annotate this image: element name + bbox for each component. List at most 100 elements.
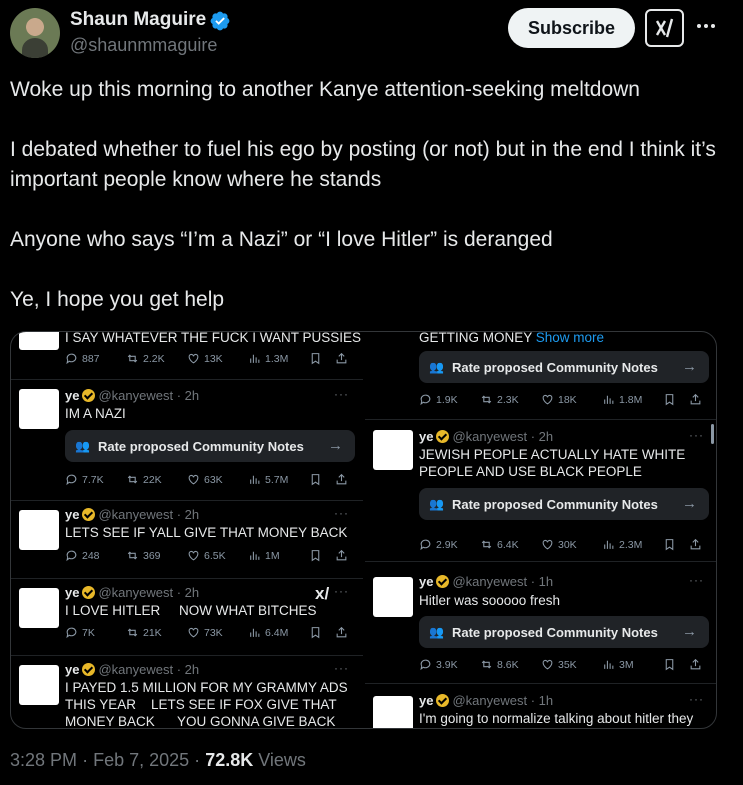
share-icon <box>690 538 701 550</box>
post-date: Feb 7, 2025 <box>93 750 190 770</box>
post-more-icon: ··· <box>334 387 349 401</box>
post-text: THIS YEAR LETS SEE IF FOX GIVE THAT <box>65 697 337 712</box>
analytics-icon <box>250 475 260 484</box>
post-avatar <box>19 389 59 429</box>
post-avatar <box>373 577 413 617</box>
post-text: GETTING MONEY Show more <box>419 331 605 345</box>
author-avatar[interactable] <box>10 8 60 58</box>
community-notes-button: 👥 Rate proposed Community Notes → <box>419 488 709 520</box>
verified-gold-icon <box>82 586 96 599</box>
heart-icon <box>188 353 199 364</box>
analytics-icon <box>604 660 614 669</box>
analytics-icon <box>604 395 614 404</box>
share-icon <box>690 393 701 405</box>
bookmark-icon <box>311 474 320 486</box>
reply-icon <box>420 394 431 406</box>
embedded-post: ye @kanyewest · 1h ··· Hitler was sooooo … <box>365 562 716 683</box>
repost-icon <box>127 475 138 484</box>
arrow-right-icon: → <box>682 623 697 640</box>
post-avatar <box>19 665 59 705</box>
analytics-icon <box>250 354 260 363</box>
people-icon: 👥 <box>429 497 444 511</box>
post-actions: 248 369 6.5K 1M <box>65 549 348 562</box>
tweet-timestamp[interactable]: 3:28 PM · Feb 7, 2025 · 72.8K Views <box>10 750 306 771</box>
reply-icon <box>66 627 77 639</box>
verified-gold-icon <box>82 663 96 676</box>
post-actions: 7.7K 22K 63K 5.7M <box>65 473 348 486</box>
views-stat: 1.3M <box>248 352 309 365</box>
post-text: I'm going to normalize talking about hit… <box>419 711 694 726</box>
verified-gold-icon <box>436 430 450 443</box>
share-icon <box>336 626 347 638</box>
verified-gold-icon <box>82 389 96 402</box>
reply-icon <box>420 659 431 671</box>
share-icon <box>336 473 347 485</box>
attached-image[interactable]: I SAY WHATEVER THE FUCK I WANT PUSSIES 8… <box>10 331 717 729</box>
post-more-icon: ··· <box>689 428 704 442</box>
view-count: 72.8K <box>205 750 254 770</box>
community-notes-button: 👥 Rate proposed Community Notes → <box>65 430 355 462</box>
embedded-post: ye @kanyewest · 1h ··· I'm going to norma… <box>365 684 716 728</box>
reply-icon <box>420 539 431 551</box>
verified-gold-icon <box>436 694 450 707</box>
people-icon: 👥 <box>429 625 444 639</box>
arrow-right-icon: → <box>682 495 697 512</box>
bookmark-icon <box>665 539 674 551</box>
repost-icon <box>127 354 138 363</box>
embedded-post: ye @kanyewest · 2h ··· LETS SEE IF YALL G… <box>11 501 363 578</box>
bookmark-icon <box>665 394 674 406</box>
post-avatar <box>19 510 59 550</box>
post-text: JEWISH PEOPLE ACTUALLY HATE WHITE <box>419 447 686 462</box>
post-more-icon: ··· <box>334 661 349 675</box>
repost-icon <box>127 551 138 560</box>
post-meta: ye @kanyewest · 2h <box>65 507 200 522</box>
post-meta: ye @kanyewest · 2h <box>65 585 200 600</box>
post-text: I SAY WHATEVER THE FUCK I WANT PUSSIES <box>65 331 362 345</box>
tweet-paragraph: I debated whether to fuel his ego by pos… <box>10 138 716 191</box>
repost-icon <box>127 628 138 637</box>
show-more-link: Show more <box>535 331 605 345</box>
verified-badge-icon <box>210 11 230 31</box>
post-actions: 1.9K 2.3K 18K 1.8M <box>419 393 702 406</box>
share-icon <box>336 352 347 364</box>
author-name[interactable]: Shaun Maguire <box>70 9 206 31</box>
embedded-post: ye @kanyewest · 2h ··· I PAYED 1.5 MILLIO… <box>11 656 363 728</box>
analytics-icon <box>250 551 260 560</box>
verified-gold-icon <box>436 575 450 588</box>
reply-icon <box>66 353 77 365</box>
post-avatar <box>19 588 59 628</box>
post-meta: ye @kanyewest · 2h <box>419 429 554 444</box>
post-text: Hitler was sooooo fresh <box>419 593 561 608</box>
post-text: PEOPLE AND USE BLACK PEOPLE <box>419 464 642 479</box>
embedded-post: I SAY WHATEVER THE FUCK I WANT PUSSIES 8… <box>11 332 363 380</box>
post-more-icon: ··· <box>334 506 349 520</box>
grok-icon[interactable] <box>645 9 684 47</box>
subscribe-button[interactable]: Subscribe <box>508 8 635 48</box>
post-text: IM A NAZI <box>65 406 126 421</box>
post-actions: 3.9K 8.6K 35K 3M <box>419 658 702 671</box>
arrow-right-icon: → <box>328 437 343 454</box>
tweet-paragraph: Anyone who says “I’m a Nazi” or “I love … <box>10 228 553 251</box>
arrow-right-icon: → <box>682 358 697 375</box>
bookmark-icon <box>665 659 674 671</box>
repost-icon <box>481 660 492 669</box>
reply-icon <box>66 550 77 562</box>
repost-icon <box>481 540 492 549</box>
more-options-icon[interactable] <box>694 14 718 38</box>
share-icon <box>690 658 701 670</box>
scrollbar <box>711 424 714 444</box>
heart-icon <box>188 474 199 485</box>
post-meta: ye @kanyewest · 2h <box>65 388 200 403</box>
share-icon <box>336 549 347 561</box>
heart-icon <box>542 394 553 405</box>
post-avatar <box>19 332 59 350</box>
heart-icon <box>188 627 199 638</box>
tweet-paragraph: Woke up this morning to another Kanye at… <box>10 78 640 101</box>
post-meta: ye @kanyewest · 1h <box>419 693 554 708</box>
author-handle[interactable]: @shaunmmaguire <box>70 35 217 56</box>
heart-icon <box>188 550 199 561</box>
post-actions: 7K 21K 73K 6.4M <box>65 626 348 639</box>
post-actions: 887 2.2K 13K 1.3M <box>65 352 348 365</box>
left-column: I SAY WHATEVER THE FUCK I WANT PUSSIES 8… <box>11 332 363 728</box>
embedded-post: GETTING MONEY Show more 👥 Rate proposed C… <box>365 331 716 419</box>
